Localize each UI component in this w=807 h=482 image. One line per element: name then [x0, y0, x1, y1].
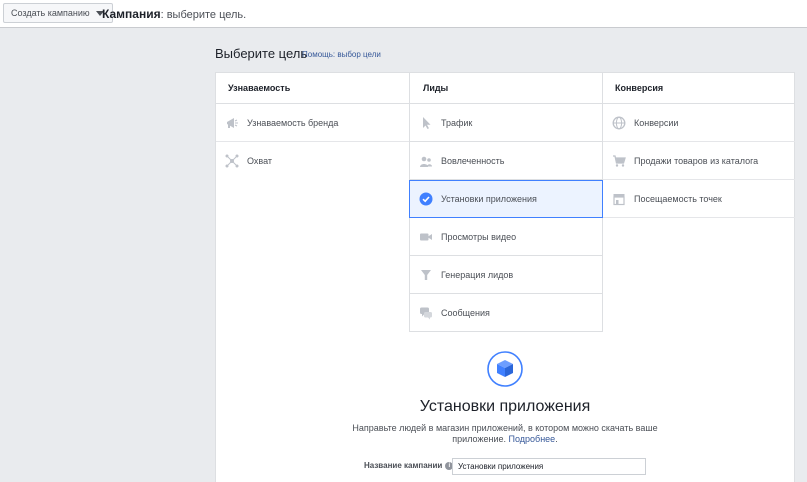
- main-content: Выберите цель Помощь: выбор цели Узнавае…: [215, 30, 795, 482]
- objective-label: Просмотры видео: [441, 231, 517, 242]
- detail-title: Установки приложения: [419, 398, 591, 415]
- video-camera-icon: [420, 233, 432, 240]
- campaign-name-input[interactable]: [452, 458, 646, 475]
- cursor-icon: [423, 116, 431, 129]
- campaign-name-label-text: Название кампании: [364, 461, 443, 470]
- objective-video-views[interactable]: Просмотры видео: [410, 218, 602, 256]
- reach-icon: [225, 154, 239, 168]
- objective-messages[interactable]: Сообщения: [410, 294, 602, 332]
- objective-label: Посещаемость точек: [634, 193, 722, 204]
- objective-label: Охват: [247, 156, 273, 166]
- objective-catalog-sales[interactable]: Продажи товаров из каталога: [603, 142, 795, 180]
- column-header: Узнаваемость: [216, 73, 409, 104]
- column-conversion: Конверсия Конверсии Продажи товаров из к…: [603, 73, 795, 218]
- cart-icon: [613, 154, 626, 167]
- megaphone-icon: [227, 117, 238, 128]
- objective-store-visits[interactable]: Посещаемость точек: [603, 180, 795, 218]
- page-title: Выберите цель: [215, 46, 308, 61]
- objective-reach[interactable]: Охват: [216, 142, 409, 180]
- objective-brand-awareness[interactable]: Узнаваемость бренда: [216, 104, 409, 142]
- column-leads: Лиды Трафик Вовлеченность Установки прил…: [409, 73, 603, 332]
- store-icon: [613, 193, 625, 205]
- chat-bubbles-icon: [420, 307, 432, 319]
- objective-lead-generation[interactable]: Генерация лидов: [410, 256, 602, 294]
- objective-panel: Узнаваемость Узнаваемость бренда Охват Л…: [215, 72, 795, 482]
- breadcrumb: Кампания: выберите цель.: [102, 7, 246, 21]
- objective-label: Трафик: [441, 117, 473, 128]
- objective-label: Узнаваемость бренда: [247, 117, 339, 128]
- objective-label: Сообщения: [441, 307, 490, 318]
- app-box-icon: [487, 351, 523, 387]
- funnel-icon: [421, 269, 431, 280]
- check-circle-icon: [419, 192, 433, 206]
- breadcrumb-step: : выберите цель.: [160, 9, 247, 21]
- objective-label: Вовлеченность: [441, 155, 505, 166]
- column-header: Лиды: [410, 73, 602, 104]
- breadcrumb-campaign: Кампания: [102, 7, 161, 21]
- learn-more-link[interactable]: Подробнее: [509, 434, 556, 444]
- objective-label: Установки приложения: [441, 194, 537, 204]
- detail-description-text: Направьте людей в магазин приложений, в …: [352, 423, 658, 444]
- create-campaign-button[interactable]: Создать кампанию: [3, 3, 113, 23]
- globe-icon: [612, 116, 626, 129]
- objective-label: Конверсии: [634, 117, 679, 128]
- campaign-name-label: Название кампании i: [364, 461, 454, 470]
- detail-description: Направьте людей в магазин приложений, в …: [352, 423, 658, 444]
- objective-traffic[interactable]: Трафик: [410, 104, 602, 142]
- column-header: Конверсия: [603, 73, 795, 104]
- objective-app-installs[interactable]: Установки приложения: [409, 180, 603, 218]
- column-awareness: Узнаваемость Узнаваемость бренда Охват: [216, 73, 409, 180]
- top-bar: Создать кампанию Кампания: выберите цель…: [0, 0, 807, 28]
- create-campaign-label: Создать кампанию: [11, 8, 90, 18]
- objective-label: Генерация лидов: [441, 269, 514, 280]
- objective-engagement[interactable]: Вовлеченность: [410, 142, 602, 180]
- objective-conversions[interactable]: Конверсии: [603, 104, 795, 142]
- objective-label: Продажи товаров из каталога: [634, 155, 759, 166]
- help-link[interactable]: Помощь: выбор цели: [302, 50, 381, 59]
- people-icon: [420, 156, 432, 167]
